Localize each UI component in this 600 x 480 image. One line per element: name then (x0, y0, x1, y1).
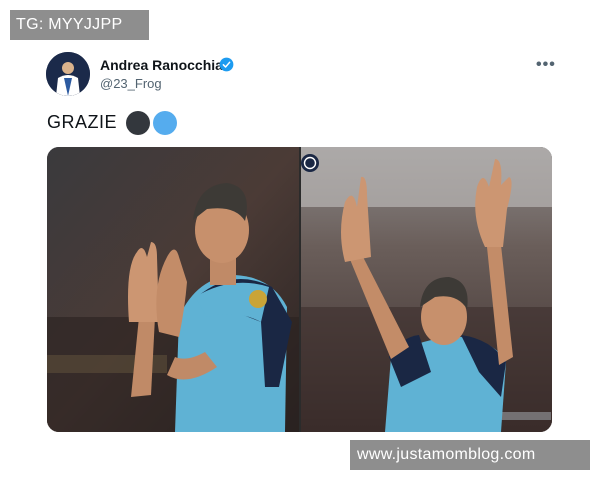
watermark-top: TG: MYYJJPP (10, 10, 149, 40)
tweet-text: GRAZIE (47, 112, 118, 132)
tweet-screenshot: TG: MYYJJPP Andrea Ranocchia @23_Frog ••… (0, 0, 600, 480)
author-name[interactable]: Andrea Ranocchia (100, 57, 223, 73)
avatar[interactable] (46, 52, 90, 96)
watermark-bottom: www.justamomblog.com (350, 440, 590, 470)
photo-applauding[interactable] (47, 147, 299, 432)
author-handle[interactable]: @23_Frog (100, 76, 162, 91)
photo-arms-raised[interactable] (301, 147, 552, 432)
tweet-media[interactable] (47, 147, 552, 432)
black-heart-icon (126, 111, 150, 135)
more-options-icon[interactable]: ••• (536, 56, 556, 74)
blue-heart-icon (153, 111, 177, 135)
verified-badge-icon (219, 57, 234, 72)
